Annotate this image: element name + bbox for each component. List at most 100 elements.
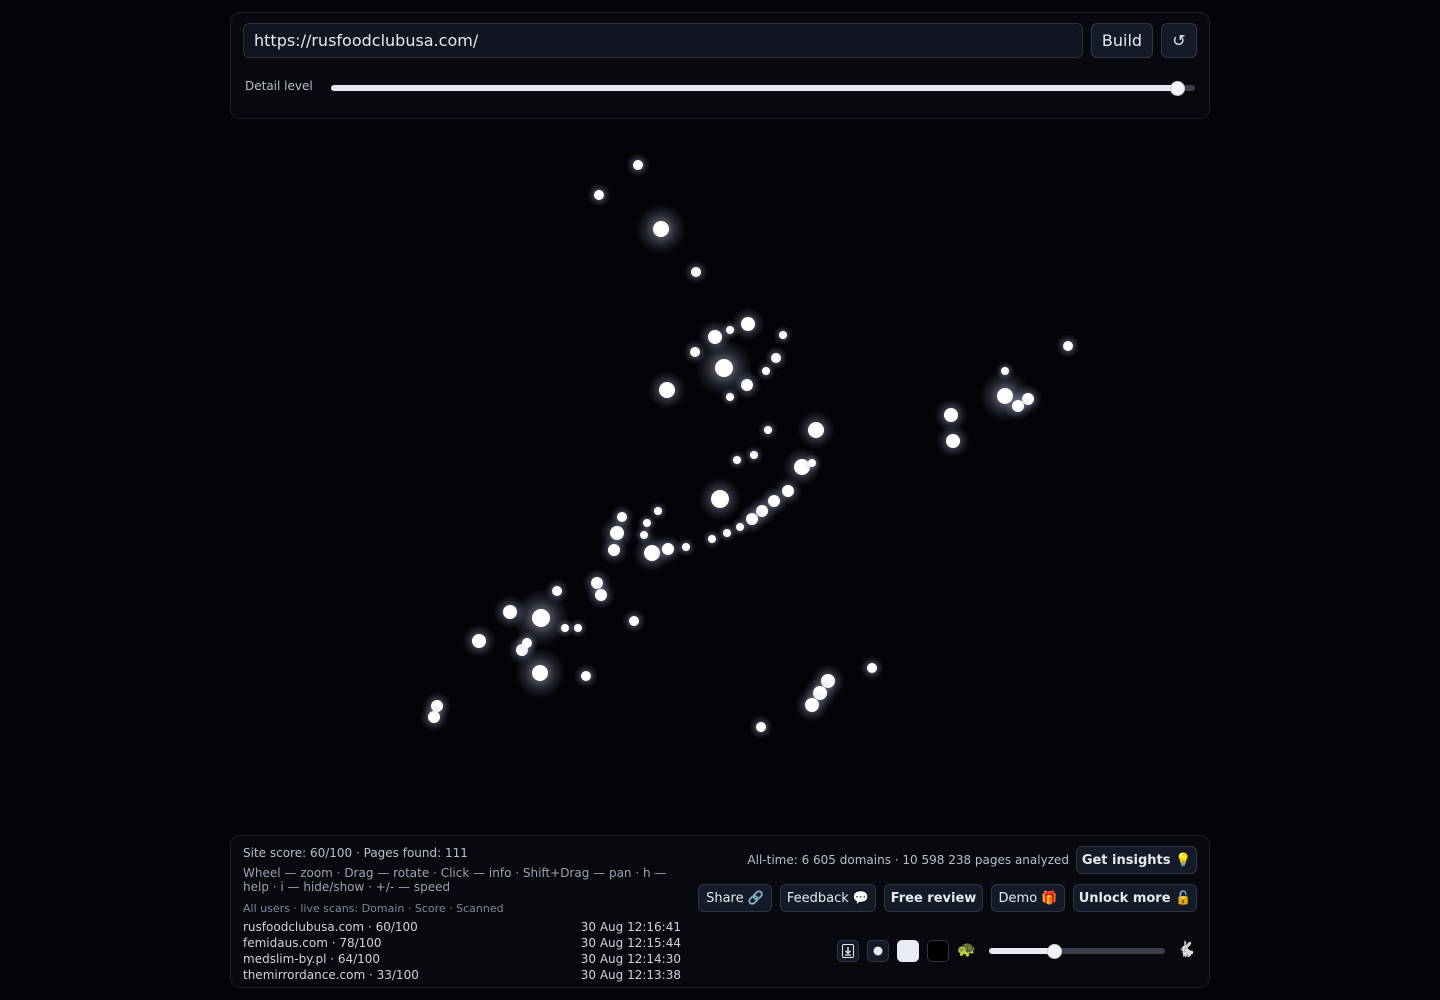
graph-node-core — [608, 544, 620, 556]
graph-node-core — [741, 317, 755, 331]
graph-node-core — [764, 426, 772, 434]
graph-node-core — [756, 722, 766, 732]
graph-node[interactable] — [574, 664, 598, 688]
graph-node-core — [808, 422, 824, 438]
list-item[interactable]: rusfoodclubusa.com · 60/100 30 Aug 12:16… — [243, 919, 681, 935]
live-scans-list: rusfoodclubusa.com · 60/100 30 Aug 12:16… — [243, 919, 681, 983]
graph-node[interactable] — [684, 260, 708, 284]
graph-node-core — [574, 624, 582, 632]
small-nodes-button[interactable] — [867, 940, 889, 962]
graph-node[interactable] — [758, 420, 778, 440]
graph-nodes[interactable] — [419, 153, 1080, 739]
large-nodes-button[interactable] — [897, 940, 919, 962]
graph-node[interactable] — [622, 609, 646, 633]
dark-background-button[interactable] — [927, 940, 949, 962]
graph-node[interactable] — [1056, 334, 1080, 358]
graph-node[interactable] — [795, 688, 829, 722]
detail-level-fill — [331, 85, 1178, 91]
graph-node[interactable] — [419, 702, 449, 732]
scan-domain: themirrordance.com · 33/100 — [243, 968, 419, 982]
graph-node-core — [594, 190, 604, 200]
graph-node[interactable] — [936, 424, 970, 458]
graph-node[interactable] — [744, 445, 764, 465]
graph-node-core — [581, 671, 591, 681]
graph-node-core — [595, 589, 607, 601]
graph-node[interactable] — [514, 647, 566, 699]
get-insights-button[interactable]: Get insights 💡 — [1076, 846, 1197, 874]
graph-node-core — [946, 434, 960, 448]
graph-node-core — [633, 160, 643, 170]
site-graph-svg[interactable] — [0, 125, 1440, 825]
graph-node-core — [629, 616, 639, 626]
graph-node[interactable] — [586, 580, 616, 610]
graph-node-core — [723, 529, 731, 537]
speed-fill — [989, 948, 1055, 954]
site-graph-canvas[interactable] — [0, 125, 1440, 825]
live-scans-title: All users · live scans: Domain · Score ·… — [243, 902, 504, 915]
download-button[interactable] — [837, 940, 859, 962]
graph-node[interactable] — [599, 535, 629, 565]
turtle-icon: 🐢 — [957, 940, 976, 958]
site-score-text: Site score: 60/100 · Pages found: 111 — [243, 846, 468, 860]
detail-level-slider[interactable] — [331, 80, 1195, 96]
graph-node-core — [762, 367, 770, 375]
graph-node[interactable] — [462, 624, 496, 658]
list-item[interactable]: medslim-by.pl · 64/100 30 Aug 12:14:30 — [243, 951, 681, 967]
graph-node[interactable] — [698, 477, 742, 521]
graph-node-core — [726, 393, 734, 401]
refresh-icon: ↺ — [1172, 31, 1186, 50]
graph-node[interactable] — [568, 618, 588, 638]
scan-domain: medslim-by.pl · 64/100 — [243, 952, 381, 966]
detail-level-label: Detail level — [245, 79, 313, 93]
graph-node[interactable] — [587, 183, 611, 207]
graph-node-core — [472, 634, 486, 648]
graph-node-core — [715, 359, 733, 377]
graph-node-core — [662, 543, 674, 555]
graph-node-core — [779, 331, 787, 339]
graph-node-core — [561, 624, 569, 632]
graph-node-core — [944, 408, 958, 422]
graph-node-core — [691, 267, 701, 277]
build-button[interactable]: Build — [1091, 23, 1153, 58]
list-item[interactable]: femidaus.com · 78/100 30 Aug 12:15:44 — [243, 935, 681, 951]
scan-time: 30 Aug 12:15:44 — [580, 936, 681, 950]
graph-node-core — [1063, 341, 1073, 351]
graph-node-core — [741, 379, 753, 391]
graph-node[interactable] — [860, 656, 884, 680]
graph-node[interactable] — [796, 410, 836, 450]
free-review-button[interactable]: Free review — [884, 884, 983, 912]
graph-node-core — [750, 451, 758, 459]
graph-node[interactable] — [676, 537, 696, 557]
graph-node[interactable] — [720, 387, 740, 407]
unlock-more-button[interactable]: Unlock more 🔓 — [1073, 884, 1197, 912]
rabbit-icon: 🐇 — [1177, 940, 1196, 958]
graph-node[interactable] — [647, 370, 687, 410]
list-item[interactable]: themirrordance.com · 33/100 30 Aug 12:13… — [243, 967, 681, 983]
graph-node[interactable] — [802, 453, 822, 473]
graph-node-core — [771, 353, 781, 363]
graph-node-core — [808, 459, 816, 467]
graph-node[interactable] — [749, 715, 773, 739]
download-icon — [842, 944, 854, 958]
graph-node-core — [867, 663, 877, 673]
scan-time: 30 Aug 12:14:30 — [580, 952, 681, 966]
speed-slider[interactable] — [989, 943, 1165, 959]
graph-node[interactable] — [702, 529, 722, 549]
scan-domain: femidaus.com · 78/100 — [243, 936, 382, 950]
dot-small-icon — [873, 946, 883, 956]
graph-node[interactable] — [626, 153, 650, 177]
speed-thumb[interactable] — [1046, 943, 1062, 959]
graph-node[interactable] — [635, 203, 687, 255]
demo-button[interactable]: Demo 🎁 — [991, 884, 1065, 912]
feedback-button[interactable]: Feedback 💬 — [780, 884, 876, 912]
graph-node-core — [1012, 400, 1024, 412]
reset-button[interactable]: ↺ — [1161, 23, 1197, 58]
share-button[interactable]: Share 🔗 — [698, 884, 772, 912]
controls-panel: Build ↺ Detail level — [230, 12, 1210, 119]
detail-level-thumb[interactable] — [1170, 80, 1186, 96]
graph-node-core — [659, 382, 675, 398]
graph-node[interactable] — [773, 325, 793, 345]
url-input[interactable] — [243, 23, 1083, 58]
graph-node[interactable] — [1003, 391, 1033, 421]
graph-node[interactable] — [727, 450, 747, 470]
